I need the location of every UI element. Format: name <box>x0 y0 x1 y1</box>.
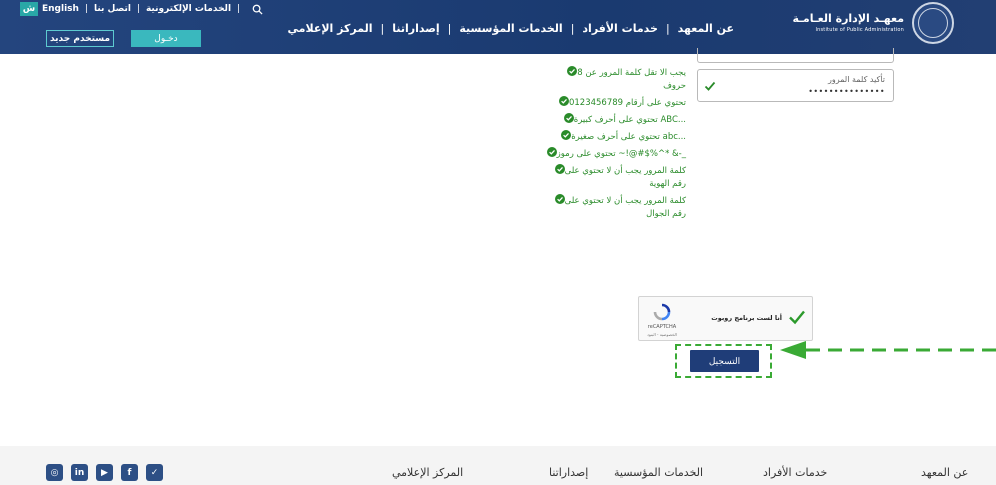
nav-separator: | <box>665 22 670 35</box>
rule-text: يجب الا تقل كلمة المرور عن 8 حروف <box>577 68 686 91</box>
recaptcha-checkmark-icon[interactable] <box>788 309 806 325</box>
social-links: ◎ in ▶ f ✓ <box>46 464 163 481</box>
language-badge[interactable]: ش <box>20 2 38 16</box>
nav-separator: | <box>380 22 385 35</box>
footer-nav-individuals[interactable]: خدمات الأفراد <box>763 466 827 479</box>
recaptcha-brand: reCAPTCHA <box>647 324 677 330</box>
confirm-password-field[interactable]: تأكيد كلمة المرور ••••••••••••••• <box>697 69 894 102</box>
rule-lowercase: تحتوي على أحرف صغيرة abc... <box>540 130 686 144</box>
nav-separator: | <box>447 22 452 35</box>
institute-logo-text[interactable]: معهـد الإدارة العـامـة Institute of Publ… <box>793 12 905 34</box>
nav-corporate[interactable]: الخدمات المؤسسية <box>459 22 562 35</box>
new-user-button[interactable]: مستخدم جديد <box>46 30 114 47</box>
check-circle-icon <box>554 164 565 174</box>
nav-about[interactable]: عن المعهد <box>678 22 734 35</box>
institute-logo-icon[interactable] <box>912 2 954 44</box>
instagram-icon[interactable]: ◎ <box>46 464 63 481</box>
contact-link[interactable]: اتصل بنا <box>94 4 131 14</box>
rule-text: تحتوي على أحرف صغيرة abc... <box>571 132 686 142</box>
check-circle-icon <box>546 147 557 157</box>
footer-nav-publications[interactable]: إصداراتنا <box>549 466 588 479</box>
check-circle-icon <box>567 66 578 76</box>
recaptcha-widget: أنا لست برنامج روبوت reCAPTCHA الخصوصية … <box>638 296 813 341</box>
check-circle-icon <box>561 130 572 140</box>
site-footer: عن المعهد خدمات الأفراد الخدمات المؤسسية… <box>0 446 996 485</box>
nav-publications[interactable]: إصداراتنا <box>392 22 439 35</box>
recaptcha-logo-icon <box>653 303 671 321</box>
rule-digits: تحتوي على أرقام 0123456789 <box>540 96 686 110</box>
recaptcha-privacy-link[interactable]: الخصوصية - البنود <box>645 332 679 337</box>
nav-media-center[interactable]: المركز الإعلامي <box>288 22 373 35</box>
password-field[interactable] <box>697 48 894 63</box>
login-button[interactable]: دخـول <box>131 30 201 47</box>
footer-nav-about[interactable]: عن المعهد <box>921 466 968 479</box>
site-header: معهـد الإدارة العـامـة Institute of Publ… <box>0 0 996 54</box>
check-circle-icon <box>558 96 569 106</box>
confirm-password-label: تأكيد كلمة المرور <box>828 75 885 84</box>
search-icon[interactable] <box>252 4 263 15</box>
twitter-icon[interactable]: ✓ <box>146 464 163 481</box>
check-circle-icon <box>554 194 565 204</box>
logo-english-text: Institute of Public Administration <box>815 27 904 33</box>
rule-symbols: تحتوي على رموز ~!@#$%^* &-_ <box>540 147 686 161</box>
language-link[interactable]: English <box>42 4 79 14</box>
pointer-arrow-icon <box>780 341 996 359</box>
eservices-link[interactable]: الخدمات الإلكترونية <box>146 4 231 14</box>
rule-text: كلمة المرور يجب أن لا تحتوي على رقم الهو… <box>564 166 686 189</box>
rule-min-length: يجب الا تقل كلمة المرور عن 8 حروف <box>540 66 686 93</box>
nav-separator: | <box>570 22 575 35</box>
linkedin-icon[interactable]: in <box>71 464 88 481</box>
footer-nav-corporate[interactable]: الخدمات المؤسسية <box>614 466 703 479</box>
rule-uppercase: تحتوي على أحرف كبيرة ABC... <box>540 113 686 127</box>
rule-text: كلمة المرور يجب أن لا تحتوي على رقم الجو… <box>564 196 686 219</box>
top-utility-bar: ش English | اتصل بنا | الخدمات الإلكترون… <box>20 2 263 16</box>
rule-no-mobile: كلمة المرور يجب أن لا تحتوي على رقم الجو… <box>540 194 686 221</box>
valid-check-icon <box>704 81 716 91</box>
utility-separator: | <box>84 4 88 14</box>
password-rules-list: يجب الا تقل كلمة المرور عن 8 حروف تحتوي … <box>540 66 686 224</box>
confirm-password-value: ••••••••••••••• <box>808 87 885 96</box>
rule-text: تحتوي على رموز ~!@#$%^* &-_ <box>556 149 686 159</box>
nav-individuals[interactable]: خدمات الأفراد <box>582 22 658 35</box>
check-circle-icon <box>563 113 574 123</box>
youtube-icon[interactable]: ▶ <box>96 464 113 481</box>
utility-separator: | <box>237 4 241 14</box>
recaptcha-label: أنا لست برنامج روبوت <box>711 314 782 322</box>
logo-arabic-text: معهـد الإدارة العـامـة <box>792 12 905 25</box>
facebook-icon[interactable]: f <box>121 464 138 481</box>
utility-separator: | <box>136 4 140 14</box>
main-nav: عن المعهد | خدمات الأفراد | الخدمات المؤ… <box>288 22 734 35</box>
rule-no-national-id: كلمة المرور يجب أن لا تحتوي على رقم الهو… <box>540 164 686 191</box>
register-submit-button[interactable]: التسجيل <box>690 350 759 372</box>
rule-text: تحتوي على أحرف كبيرة ABC... <box>573 115 686 125</box>
rule-text: تحتوي على أرقام 0123456789 <box>568 98 686 108</box>
footer-nav-media-center[interactable]: المركز الإعلامي <box>392 466 463 479</box>
